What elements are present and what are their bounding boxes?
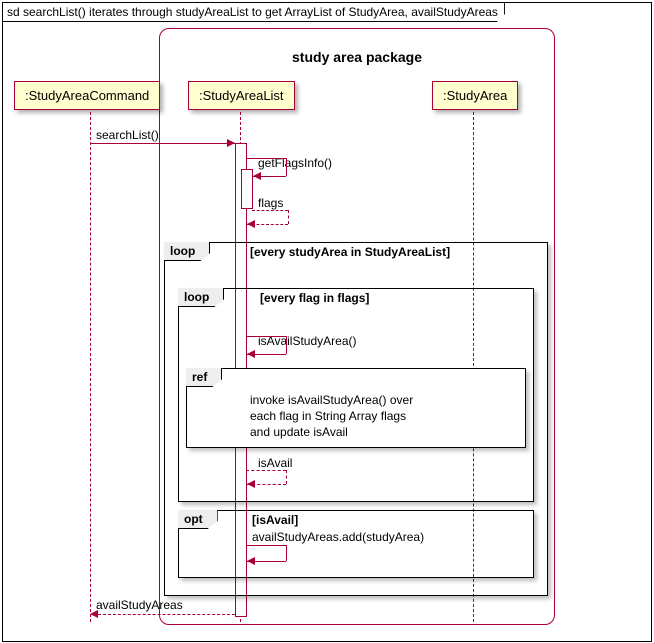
participant-label: :StudyAreaCommand — [25, 88, 149, 103]
arrowhead-icon — [247, 557, 255, 565]
arrowhead-icon — [247, 350, 255, 358]
arrowhead-icon — [90, 610, 98, 618]
fragment-loop-inner-guard: [every flag in flags] — [260, 291, 369, 305]
self-msg-line — [286, 158, 287, 176]
fragment-opt — [178, 510, 534, 578]
msg-flags-label: flags — [258, 196, 283, 210]
arrowhead-icon — [247, 220, 255, 228]
fragment-loop-outer-label: loop — [164, 242, 210, 261]
self-msg-line — [286, 470, 287, 484]
activation-getflags — [241, 169, 253, 209]
fragment-loop-outer-guard: [every studyArea in StudyAreaList] — [250, 245, 450, 259]
fragment-loop-inner-label: loop — [178, 288, 224, 307]
fragment-opt-guard: [isAvail] — [252, 513, 298, 527]
fragment-ref-text: invoke isAvailStudyArea() over each flag… — [250, 392, 413, 441]
participant-study-area: :StudyArea — [432, 81, 518, 110]
msg-isavail-label: isAvail — [258, 456, 292, 470]
self-msg-line — [252, 210, 288, 211]
participant-study-area-list: :StudyAreaList — [188, 81, 295, 110]
participant-label: :StudyArea — [443, 88, 507, 103]
self-msg-line — [246, 336, 286, 337]
sd-title: sd searchList() iterates through studyAr… — [3, 3, 505, 22]
self-msg-line — [288, 210, 289, 224]
msg-searchlist-arrow — [90, 143, 235, 144]
msg-add-label: availStudyAreas.add(studyArea) — [252, 530, 424, 544]
msg-return-label: availStudyAreas — [96, 598, 183, 612]
arrowhead-icon — [247, 480, 255, 488]
self-msg-line — [286, 336, 287, 354]
msg-return-arrow — [98, 614, 235, 615]
self-msg-line — [246, 545, 286, 546]
arrowhead-icon — [253, 172, 261, 180]
participant-label: :StudyAreaList — [199, 88, 284, 103]
arrowhead-icon — [227, 139, 235, 147]
lifeline-cmd — [90, 112, 91, 622]
self-msg-line — [246, 470, 286, 471]
self-msg-line — [246, 158, 286, 159]
participant-study-area-command: :StudyAreaCommand — [14, 81, 160, 110]
self-msg-line — [286, 545, 287, 561]
package-title: study area package — [160, 49, 554, 65]
msg-searchlist-label: searchList() — [96, 128, 159, 142]
